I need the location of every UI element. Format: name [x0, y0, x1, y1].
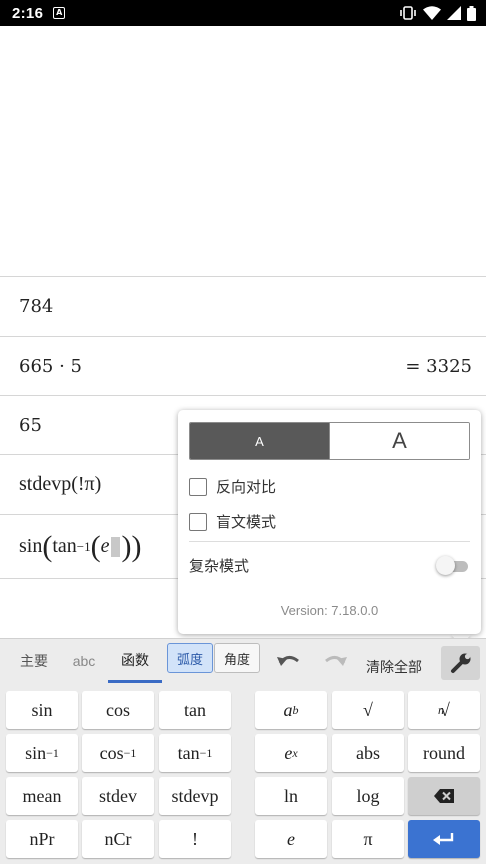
- arcsin-sup: −1: [46, 745, 59, 760]
- key-pi[interactable]: π: [332, 820, 404, 858]
- arctan-base: tan: [177, 742, 200, 763]
- paren-close-inner: ): [121, 529, 132, 563]
- power-base: a: [283, 699, 293, 720]
- key-arctan[interactable]: tan −1: [159, 734, 231, 772]
- popup-divider: [189, 541, 470, 542]
- key-stdev[interactable]: stdev: [82, 777, 154, 815]
- paren-close: ): [131, 529, 142, 563]
- key-stdevp[interactable]: stdevp: [159, 777, 231, 815]
- signal-icon: [447, 6, 461, 20]
- enter-icon: [433, 833, 454, 845]
- key-nth-root[interactable]: n √: [408, 691, 480, 729]
- braille-mode-checkbox[interactable]: [189, 512, 207, 531]
- braille-mode-label: 盲文模式: [216, 513, 277, 531]
- key-enter[interactable]: [408, 820, 480, 858]
- key-round[interactable]: round: [408, 734, 480, 772]
- keyboard-toolbar: 主要 abc 函数 弧度 角度 清除全部: [0, 639, 486, 685]
- inverse-superscript: −1: [76, 538, 91, 554]
- key-euler[interactable]: e: [255, 820, 327, 858]
- key-log[interactable]: log: [332, 777, 404, 815]
- status-icons: [399, 5, 476, 21]
- clear-all-button[interactable]: 清除全部: [366, 657, 422, 677]
- status-time: 2:16: [12, 4, 44, 22]
- notification-a-icon: A: [53, 7, 66, 19]
- status-bar: 2:16 A: [0, 0, 486, 26]
- key-mean[interactable]: mean: [6, 777, 78, 815]
- settings-button[interactable]: [441, 646, 480, 680]
- key-arcsin[interactable]: sin −1: [6, 734, 78, 772]
- key-tan[interactable]: tan: [159, 691, 231, 729]
- input-cursor[interactable]: [110, 536, 120, 557]
- arctan-sup: −1: [199, 745, 213, 760]
- history-row[interactable]: 784: [0, 276, 486, 336]
- complex-mode-option[interactable]: 复杂模式: [189, 555, 470, 576]
- undo-icon[interactable]: [276, 651, 302, 673]
- key-cos[interactable]: cos: [82, 691, 154, 729]
- math-keyboard: 主要 abc 函数 弧度 角度 清除全部 sin cos tan ab √ n √: [0, 638, 486, 864]
- key-power[interactable]: ab: [255, 691, 327, 729]
- key-npr[interactable]: nPr: [6, 820, 78, 858]
- input-fn-sin: sin: [19, 535, 43, 557]
- backspace-icon: [434, 789, 454, 803]
- key-abs[interactable]: abs: [332, 734, 404, 772]
- history-input: 65: [19, 414, 42, 436]
- key-arccos[interactable]: cos −1: [82, 734, 154, 772]
- redo-icon[interactable]: [322, 651, 348, 673]
- switch-thumb: [436, 555, 455, 575]
- version-label: Version: 7.18.0.0: [280, 603, 379, 618]
- vibrate-icon: [400, 6, 416, 20]
- arccos-sup: −1: [123, 745, 137, 760]
- tab-functions[interactable]: 函数: [108, 639, 162, 683]
- key-backspace[interactable]: [408, 777, 480, 815]
- radian-mode-button[interactable]: 弧度: [167, 643, 213, 673]
- exp-exponent: x: [292, 745, 298, 760]
- braille-mode-option[interactable]: 盲文模式: [189, 511, 276, 532]
- key-ln[interactable]: ln: [255, 777, 327, 815]
- history-input: 784: [19, 296, 54, 317]
- high-contrast-label: 反向对比: [216, 478, 277, 496]
- arccos-base: cos: [99, 742, 124, 763]
- key-factorial[interactable]: !: [159, 820, 231, 858]
- settings-popup: A A 反向对比 盲文模式 复杂模式 Version: 7.18.0.0: [178, 410, 481, 634]
- key-sqrt[interactable]: √: [332, 691, 404, 729]
- power-exponent: b: [292, 702, 299, 717]
- degree-mode-button[interactable]: 角度: [214, 643, 260, 673]
- key-exp[interactable]: ex: [255, 734, 327, 772]
- font-small-option[interactable]: A: [190, 423, 330, 459]
- paren-open-inner: (: [90, 529, 101, 563]
- high-contrast-option[interactable]: 反向对比: [189, 476, 276, 497]
- history-input: stdevp(!π): [19, 473, 102, 495]
- history-row[interactable]: 665 · 5 = 3325: [0, 336, 486, 395]
- tab-abc[interactable]: abc: [64, 639, 104, 683]
- battery-icon: [467, 5, 476, 21]
- high-contrast-checkbox[interactable]: [189, 477, 207, 496]
- nth-root-symbol: √: [440, 699, 450, 720]
- key-ncr[interactable]: nCr: [82, 820, 154, 858]
- font-size-toggle: A A: [189, 422, 470, 460]
- key-sin[interactable]: sin: [6, 691, 78, 729]
- history-input: 665 · 5: [19, 355, 82, 377]
- tab-main[interactable]: 主要: [12, 639, 56, 683]
- complex-mode-switch[interactable]: [436, 555, 470, 576]
- wifi-icon: [423, 6, 441, 20]
- input-fn-tan: tan: [52, 535, 77, 557]
- input-var-e: e: [100, 535, 110, 557]
- complex-mode-label: 复杂模式: [189, 557, 250, 575]
- arcsin-base: sin: [25, 742, 47, 763]
- font-large-option[interactable]: A: [330, 423, 469, 459]
- paren-open: (: [42, 529, 53, 563]
- history-result: = 3325: [405, 355, 472, 377]
- preview-area: [0, 26, 486, 276]
- wrench-icon: [450, 653, 470, 673]
